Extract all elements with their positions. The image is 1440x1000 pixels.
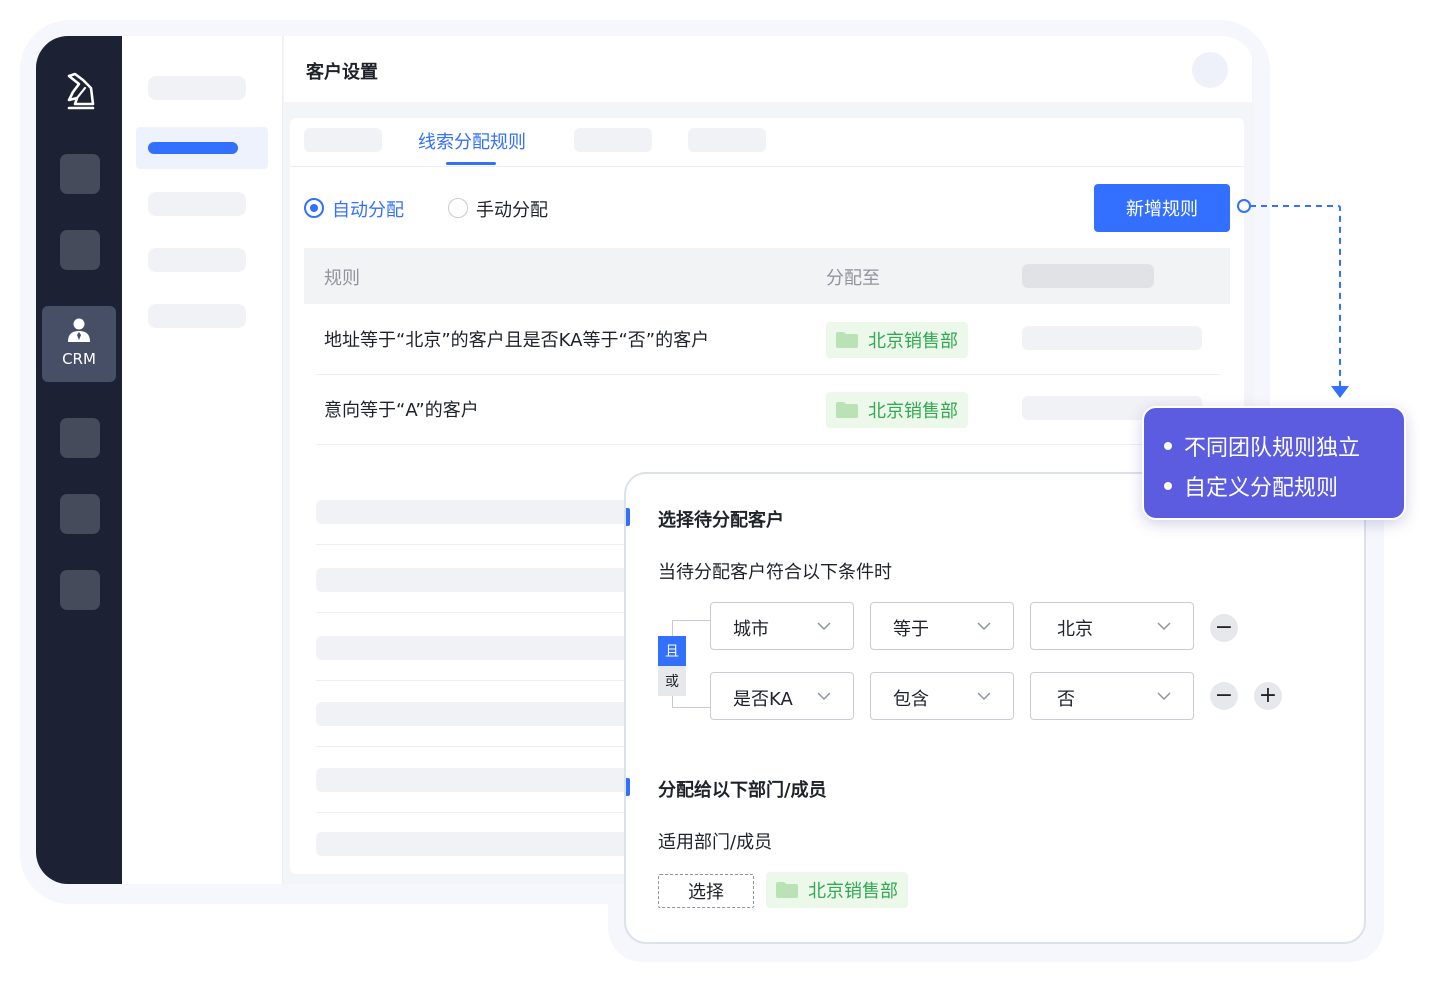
folder-icon (836, 332, 858, 348)
logic-or-button[interactable]: 或 (658, 666, 686, 696)
logic-and-button[interactable]: 且 (658, 636, 686, 666)
dept-tag: 北京销售部 (826, 322, 968, 358)
rail-item-6[interactable] (60, 570, 100, 610)
section-indicator (626, 778, 630, 796)
skeleton-bar (316, 568, 646, 592)
radio-manual-assign[interactable] (448, 198, 468, 218)
rail-item-2[interactable] (60, 230, 100, 270)
condition-value-select[interactable]: 否 (1030, 672, 1194, 720)
page-title: 客户设置 (306, 62, 378, 83)
page-header: 客户设置 (284, 36, 1252, 102)
callout-item: 自定义分配规则 (1164, 470, 1338, 502)
chevron-down-icon (817, 692, 831, 701)
add-rule-button[interactable]: 新增规则 (1094, 184, 1230, 232)
radio-manual-assign-label[interactable]: 手动分配 (476, 196, 548, 222)
tab-1[interactable] (304, 128, 382, 152)
condition-hint: 当待分配客户符合以下条件时 (658, 562, 892, 583)
add-condition-button[interactable]: + (1254, 682, 1282, 710)
radio-auto-assign-label[interactable]: 自动分配 (332, 196, 404, 222)
tab-4[interactable] (688, 128, 766, 152)
condition-operator-value: 等于 (893, 619, 929, 640)
sidebar-item-5[interactable] (148, 304, 246, 328)
select-dept-button[interactable]: 选择 (658, 874, 754, 908)
chevron-down-icon (977, 692, 991, 701)
sidebar-item-active[interactable] (136, 127, 268, 169)
rail-item-5[interactable] (60, 494, 100, 534)
skeleton-bar (316, 768, 646, 792)
dept-tag-label: 北京销售部 (868, 401, 958, 422)
condition-operator-select[interactable]: 包含 (870, 672, 1014, 720)
secondary-sidebar (122, 36, 283, 884)
connector-arrow-icon (1237, 199, 1349, 398)
dept-tag-label: 北京销售部 (868, 331, 958, 352)
chevron-down-icon (977, 622, 991, 631)
table-row[interactable]: 意向等于“A”的客户 北京销售部 (316, 374, 1220, 445)
column-header-placeholder (1022, 264, 1154, 288)
horse-logo-icon[interactable] (63, 70, 99, 110)
column-header-assign-to: 分配至 (826, 268, 880, 289)
table-row[interactable]: 地址等于“北京”的客户且是否KA等于“否”的客户 北京销售部 (316, 304, 1220, 375)
scope-label: 适用部门/成员 (658, 832, 773, 853)
rail-item-4[interactable] (60, 418, 100, 458)
folder-icon (776, 882, 798, 898)
remove-condition-button[interactable]: − (1210, 682, 1238, 710)
tab-active-underline (446, 162, 496, 165)
avatar[interactable] (1192, 52, 1228, 88)
condition-value-value: 北京 (1057, 619, 1093, 640)
folder-icon (836, 402, 858, 418)
sidebar-item-1[interactable] (148, 76, 246, 100)
condition-operator-select[interactable]: 等于 (870, 602, 1014, 650)
skeleton-bar (316, 636, 646, 660)
callout-item-text: 自定义分配规则 (1184, 476, 1339, 501)
bullet-dot-icon (1164, 442, 1172, 450)
rail-item-crm-label: CRM (62, 350, 96, 368)
condition-field-select[interactable]: 城市 (710, 602, 854, 650)
sidebar-item-3[interactable] (148, 192, 246, 216)
primary-nav-rail: CRM (36, 36, 122, 884)
section-title-select-customers: 选择待分配客户 (658, 510, 784, 531)
tab-3[interactable] (574, 128, 652, 152)
chevron-down-icon (1157, 692, 1171, 701)
selected-dept-tag[interactable]: 北京销售部 (766, 872, 908, 908)
condition-field-value: 城市 (733, 619, 769, 640)
row-placeholder (1022, 326, 1202, 350)
selected-dept-label: 北京销售部 (808, 881, 898, 902)
chevron-down-icon (1157, 622, 1171, 631)
sidebar-active-bar (148, 142, 238, 154)
tab-lead-assignment-rules[interactable]: 线索分配规则 (418, 128, 526, 154)
table-header: 规则 分配至 (304, 248, 1230, 304)
column-header-rule: 规则 (324, 268, 360, 289)
chevron-down-icon (817, 622, 831, 631)
callout-item: 不同团队规则独立 (1164, 430, 1360, 462)
rule-text: 意向等于“A”的客户 (324, 400, 479, 421)
skeleton-bar (316, 702, 646, 726)
bullet-dot-icon (1164, 482, 1172, 490)
remove-condition-button[interactable]: − (1210, 614, 1238, 642)
section-indicator (626, 508, 630, 526)
dept-tag: 北京销售部 (826, 392, 968, 428)
rule-editor-card: 选择待分配客户 当待分配客户符合以下条件时 且 或 城市 等于 北京 − 是否K… (624, 472, 1366, 944)
rail-item-crm[interactable]: CRM (42, 306, 116, 382)
feature-callout: 不同团队规则独立 自定义分配规则 (1142, 406, 1406, 520)
skeleton-bar (316, 832, 646, 856)
condition-value-select[interactable]: 北京 (1030, 602, 1194, 650)
condition-field-select[interactable]: 是否KA (710, 672, 854, 720)
condition-field-value: 是否KA (733, 689, 793, 710)
sidebar-item-4[interactable] (148, 248, 246, 272)
user-icon (68, 318, 90, 342)
tab-bar: 线索分配规则 (290, 118, 1244, 167)
condition-operator-value: 包含 (893, 689, 929, 710)
callout-item-text: 不同团队规则独立 (1184, 436, 1361, 461)
rail-item-1[interactable] (60, 154, 100, 194)
section-title-assign-to: 分配给以下部门/成员 (658, 780, 827, 801)
rule-text: 地址等于“北京”的客户且是否KA等于“否”的客户 (324, 330, 710, 351)
radio-auto-assign[interactable] (304, 198, 324, 218)
condition-value-value: 否 (1057, 689, 1075, 710)
